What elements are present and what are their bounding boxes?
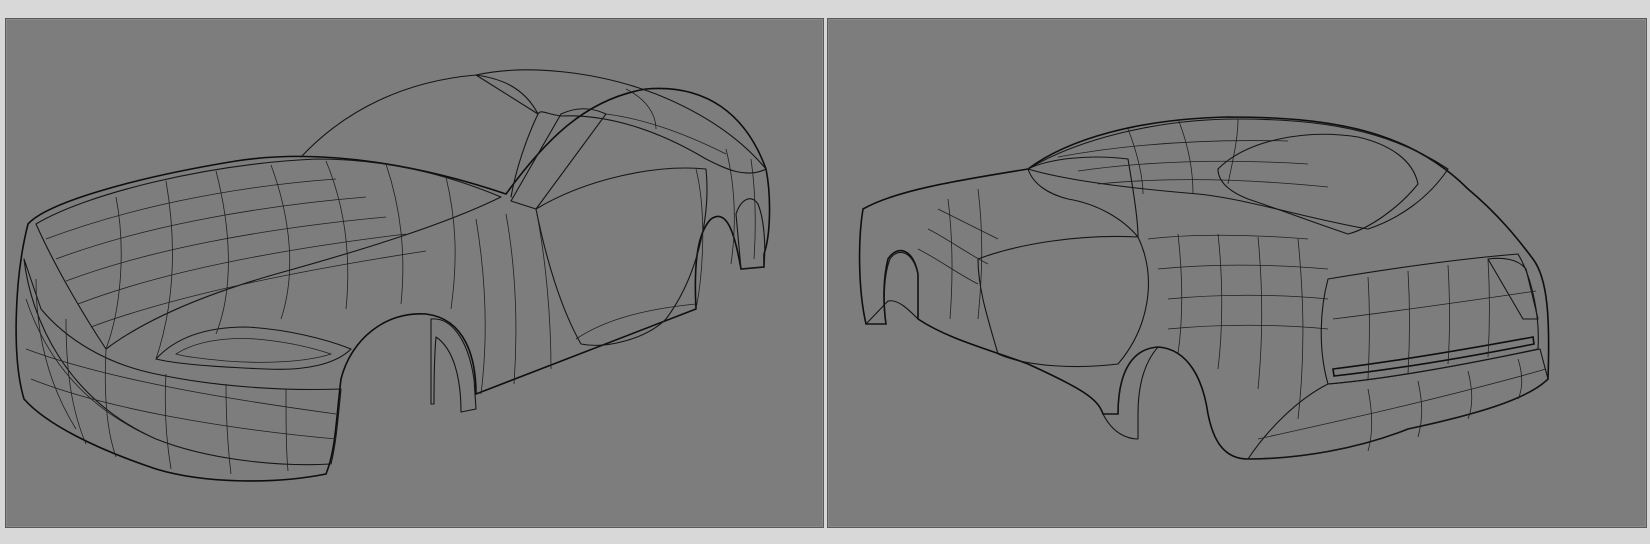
a-pillar xyxy=(510,108,607,210)
nose-wire-grid xyxy=(25,278,337,475)
side-wire-grid xyxy=(917,188,1329,420)
front-wheel-arch xyxy=(865,251,919,325)
roof-arch xyxy=(475,69,767,174)
door-opening xyxy=(977,235,1149,368)
rear-spoiler xyxy=(1487,257,1539,320)
car-model-rear-view xyxy=(858,116,1550,460)
car-model-front-view xyxy=(15,69,771,482)
rear-tail-panel xyxy=(1320,253,1539,385)
body-silhouette xyxy=(858,116,1550,460)
front-wheel-arch xyxy=(430,318,477,413)
headlight-inner xyxy=(175,338,333,363)
tail-wire-grid xyxy=(1257,258,1547,452)
rear-bumper xyxy=(1247,348,1549,460)
rear-wheel-arch xyxy=(735,198,766,270)
app-window xyxy=(0,0,1650,544)
roof-panel xyxy=(1027,118,1449,230)
hood-wire-grid xyxy=(45,160,456,360)
windshield-frame xyxy=(300,74,539,198)
door-frame xyxy=(1027,156,1139,238)
door-opening xyxy=(535,167,708,346)
body-silhouette xyxy=(15,87,771,482)
viewport-rear-perspective[interactable] xyxy=(827,18,1647,528)
headlight xyxy=(155,326,352,370)
side-wire-grid xyxy=(475,88,756,395)
viewport-front-perspective[interactable] xyxy=(5,18,824,528)
